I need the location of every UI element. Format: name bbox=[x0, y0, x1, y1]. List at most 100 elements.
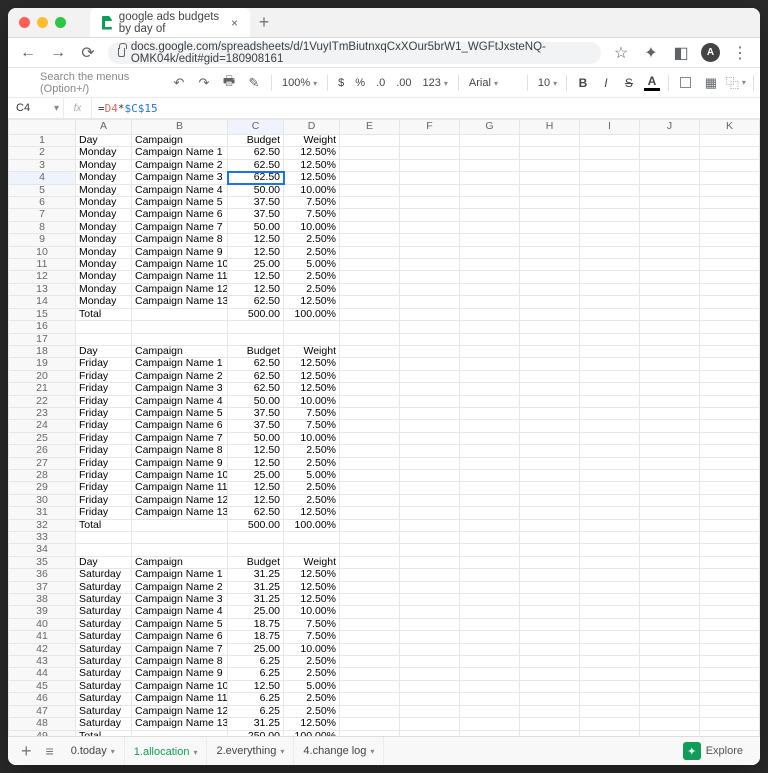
cell[interactable]: Campaign Name 9 bbox=[132, 246, 228, 258]
cell[interactable] bbox=[580, 507, 640, 519]
cell[interactable]: Friday bbox=[76, 383, 132, 395]
row-header[interactable]: 6 bbox=[9, 197, 76, 209]
cell[interactable] bbox=[640, 656, 700, 668]
column-header-F[interactable]: F bbox=[400, 120, 460, 135]
cell[interactable] bbox=[700, 693, 760, 705]
cell[interactable]: 2.50% bbox=[284, 693, 340, 705]
cell[interactable] bbox=[640, 532, 700, 544]
cell[interactable]: Budget bbox=[228, 556, 284, 568]
cell[interactable] bbox=[520, 718, 580, 730]
cell[interactable]: Campaign Name 10 bbox=[132, 680, 228, 692]
cell[interactable]: 100.00% bbox=[284, 308, 340, 320]
row-header[interactable]: 22 bbox=[9, 395, 76, 407]
cell[interactable]: 62.50 bbox=[228, 159, 284, 171]
row-header[interactable]: 13 bbox=[9, 283, 76, 295]
cell[interactable]: 7.50% bbox=[284, 631, 340, 643]
cell[interactable] bbox=[460, 333, 520, 345]
cell[interactable] bbox=[520, 680, 580, 692]
row-header[interactable]: 4 bbox=[9, 172, 76, 184]
cell[interactable]: 12.50% bbox=[284, 147, 340, 159]
cell[interactable] bbox=[700, 345, 760, 357]
cell[interactable] bbox=[460, 259, 520, 271]
cell[interactable]: 12.50 bbox=[228, 445, 284, 457]
row-header[interactable]: 11 bbox=[9, 259, 76, 271]
cell[interactable]: Campaign Name 11 bbox=[132, 271, 228, 283]
cell[interactable] bbox=[228, 532, 284, 544]
cell[interactable] bbox=[460, 221, 520, 233]
cell[interactable] bbox=[400, 395, 460, 407]
cell[interactable] bbox=[460, 718, 520, 730]
cell[interactable] bbox=[640, 482, 700, 494]
cell[interactable] bbox=[400, 519, 460, 531]
cell[interactable] bbox=[460, 544, 520, 556]
cell[interactable] bbox=[400, 296, 460, 308]
row-header[interactable]: 46 bbox=[9, 693, 76, 705]
cell[interactable] bbox=[580, 370, 640, 382]
cell[interactable] bbox=[400, 594, 460, 606]
cell[interactable] bbox=[400, 321, 460, 333]
cell[interactable]: 2.50% bbox=[284, 457, 340, 469]
cell[interactable]: 12.50 bbox=[228, 494, 284, 506]
cell[interactable]: 7.50% bbox=[284, 209, 340, 221]
cell[interactable]: Campaign Name 5 bbox=[132, 618, 228, 630]
cell[interactable] bbox=[640, 445, 700, 457]
cell[interactable] bbox=[400, 358, 460, 370]
cell[interactable]: Friday bbox=[76, 432, 132, 444]
column-header-J[interactable]: J bbox=[640, 120, 700, 135]
cell[interactable] bbox=[340, 718, 400, 730]
cell[interactable] bbox=[340, 221, 400, 233]
cell[interactable]: 100.00% bbox=[284, 519, 340, 531]
column-header-G[interactable]: G bbox=[460, 120, 520, 135]
cell[interactable] bbox=[340, 618, 400, 630]
cell[interactable] bbox=[460, 556, 520, 568]
address-bar[interactable]: docs.google.com/spreadsheets/d/1VuyITmBi… bbox=[108, 42, 601, 64]
cell[interactable] bbox=[284, 321, 340, 333]
cell[interactable]: Monday bbox=[76, 234, 132, 246]
cell[interactable]: Saturday bbox=[76, 693, 132, 705]
cell[interactable]: Campaign Name 12 bbox=[132, 705, 228, 717]
cell[interactable] bbox=[520, 705, 580, 717]
cell[interactable] bbox=[580, 259, 640, 271]
cell[interactable] bbox=[580, 296, 640, 308]
cell[interactable] bbox=[340, 445, 400, 457]
cell[interactable] bbox=[340, 631, 400, 643]
cell[interactable] bbox=[520, 184, 580, 196]
cell[interactable]: Campaign Name 5 bbox=[132, 407, 228, 419]
cell[interactable] bbox=[520, 494, 580, 506]
cell[interactable] bbox=[640, 345, 700, 357]
cell[interactable] bbox=[340, 383, 400, 395]
cell[interactable] bbox=[640, 494, 700, 506]
cell[interactable]: 12.50 bbox=[228, 271, 284, 283]
cell[interactable] bbox=[520, 296, 580, 308]
cell[interactable] bbox=[700, 482, 760, 494]
cell[interactable] bbox=[340, 469, 400, 481]
cell[interactable]: 62.50 bbox=[228, 358, 284, 370]
cell[interactable] bbox=[228, 544, 284, 556]
cell[interactable] bbox=[700, 209, 760, 221]
cell[interactable] bbox=[460, 569, 520, 581]
cell[interactable]: Campaign Name 9 bbox=[132, 457, 228, 469]
row-header[interactable]: 16 bbox=[9, 321, 76, 333]
cell[interactable] bbox=[640, 209, 700, 221]
cell[interactable]: Budget bbox=[228, 345, 284, 357]
cell[interactable]: 50.00 bbox=[228, 184, 284, 196]
sheet-tab[interactable]: 0.today▾ bbox=[62, 737, 125, 765]
cell[interactable] bbox=[580, 333, 640, 345]
cell[interactable] bbox=[700, 283, 760, 295]
cell[interactable] bbox=[640, 730, 700, 736]
cell[interactable] bbox=[340, 358, 400, 370]
cell[interactable]: 2.50% bbox=[284, 705, 340, 717]
cell[interactable]: Day bbox=[76, 135, 132, 147]
cell[interactable] bbox=[580, 432, 640, 444]
italic-button[interactable]: I bbox=[598, 76, 614, 90]
cell[interactable] bbox=[400, 457, 460, 469]
cell[interactable]: 12.50% bbox=[284, 296, 340, 308]
cell[interactable] bbox=[520, 308, 580, 320]
cell[interactable]: 62.50 bbox=[228, 147, 284, 159]
cell[interactable] bbox=[640, 333, 700, 345]
row-header[interactable]: 1 bbox=[9, 135, 76, 147]
cell[interactable] bbox=[460, 656, 520, 668]
cell[interactable] bbox=[700, 358, 760, 370]
cell[interactable] bbox=[700, 159, 760, 171]
explore-button[interactable]: ✦ Explore bbox=[673, 742, 753, 760]
